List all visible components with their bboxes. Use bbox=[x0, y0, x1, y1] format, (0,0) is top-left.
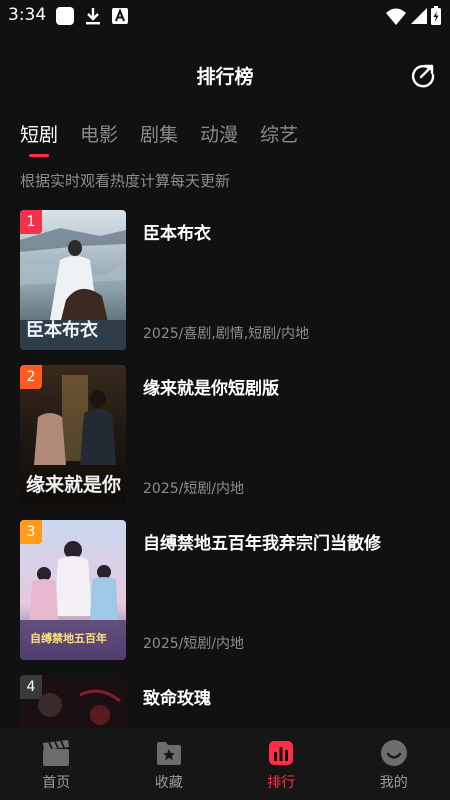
chart-icon bbox=[269, 741, 294, 765]
rank-badge: 2 bbox=[20, 365, 42, 389]
ranking-item[interactable]: 4 致命玫瑰 bbox=[20, 675, 440, 728]
nav-label: 排行 bbox=[267, 775, 296, 791]
nav-ranking[interactable]: 排行 bbox=[225, 728, 338, 800]
refresh-icon[interactable] bbox=[409, 61, 437, 89]
item-title: 致命玫瑰 bbox=[143, 689, 211, 709]
tab-series[interactable]: 剧集 bbox=[140, 118, 178, 162]
item-meta: 2025/短剧/内地 bbox=[143, 481, 245, 497]
app-a-icon bbox=[112, 8, 128, 24]
item-title: 缘来就是你短剧版 bbox=[143, 379, 279, 399]
rank-badge: 3 bbox=[20, 520, 42, 544]
ranking-subtitle: 根据实时观看热度计算每天更新 bbox=[20, 172, 231, 190]
nav-favorites[interactable]: 收藏 bbox=[113, 728, 226, 800]
poster-image: 4 bbox=[20, 675, 126, 728]
ranking-screen: 3:34 排行榜 短剧 电影 剧集 动漫 综艺 根据实时观看热度计算每天更新 臣… bbox=[0, 0, 450, 800]
status-time: 3:34 bbox=[8, 5, 47, 25]
poster-image: 臣本布衣 1 bbox=[20, 210, 126, 350]
item-meta: 2025/喜剧,剧情,短剧/内地 bbox=[143, 326, 309, 342]
item-meta: 2025/短剧/内地 bbox=[143, 636, 245, 652]
poster-caption: 自缚禁地五百年 bbox=[30, 632, 107, 645]
ranking-item[interactable]: 自缚禁地五百年 3 自缚禁地五百年我弃宗门当散修 2025/短剧/内地 bbox=[20, 520, 440, 662]
battery-charging-icon bbox=[431, 6, 441, 25]
notification-square-icon bbox=[56, 7, 74, 25]
bottom-nav: 首页 收藏 排行 我的 bbox=[0, 728, 450, 800]
ranking-item[interactable]: 臣本布衣 1 臣本布衣 2025/喜剧,剧情,短剧/内地 bbox=[20, 210, 440, 352]
poster-caption: 缘来就是你 bbox=[26, 474, 122, 496]
poster-caption: 臣本布衣 bbox=[26, 320, 98, 341]
nav-home[interactable]: 首页 bbox=[0, 728, 113, 800]
tab-short-drama[interactable]: 短剧 bbox=[20, 118, 58, 162]
tab-variety[interactable]: 综艺 bbox=[260, 118, 298, 162]
tab-anime[interactable]: 动漫 bbox=[200, 118, 238, 162]
header: 排行榜 bbox=[0, 58, 450, 94]
nav-label: 我的 bbox=[379, 775, 408, 791]
nav-profile[interactable]: 我的 bbox=[338, 728, 450, 800]
nav-label: 首页 bbox=[42, 775, 71, 791]
category-tabs: 短剧 电影 剧集 动漫 综艺 bbox=[20, 118, 320, 162]
tab-movie[interactable]: 电影 bbox=[80, 118, 118, 162]
star-folder-icon bbox=[156, 742, 181, 765]
item-title: 臣本布衣 bbox=[143, 224, 211, 244]
nav-label: 收藏 bbox=[154, 775, 183, 791]
download-icon bbox=[86, 8, 100, 25]
rank-badge: 1 bbox=[20, 210, 42, 234]
wifi-icon bbox=[386, 8, 406, 25]
page-title: 排行榜 bbox=[196, 66, 254, 88]
ranking-list: 臣本布衣 1 臣本布衣 2025/喜剧,剧情,短剧/内地 缘来就是你 2 缘来就… bbox=[0, 210, 450, 728]
clapperboard-icon bbox=[43, 740, 70, 766]
poster-image: 缘来就是你 2 bbox=[20, 365, 126, 505]
poster-image: 自缚禁地五百年 3 bbox=[20, 520, 126, 660]
cell-signal-icon bbox=[411, 8, 427, 24]
ranking-item[interactable]: 缘来就是你 2 缘来就是你短剧版 2025/短剧/内地 bbox=[20, 365, 440, 507]
smile-icon bbox=[380, 740, 407, 766]
item-title: 自缚禁地五百年我弃宗门当散修 bbox=[143, 534, 381, 554]
rank-badge: 4 bbox=[20, 675, 42, 699]
status-bar: 3:34 bbox=[0, 0, 450, 32]
